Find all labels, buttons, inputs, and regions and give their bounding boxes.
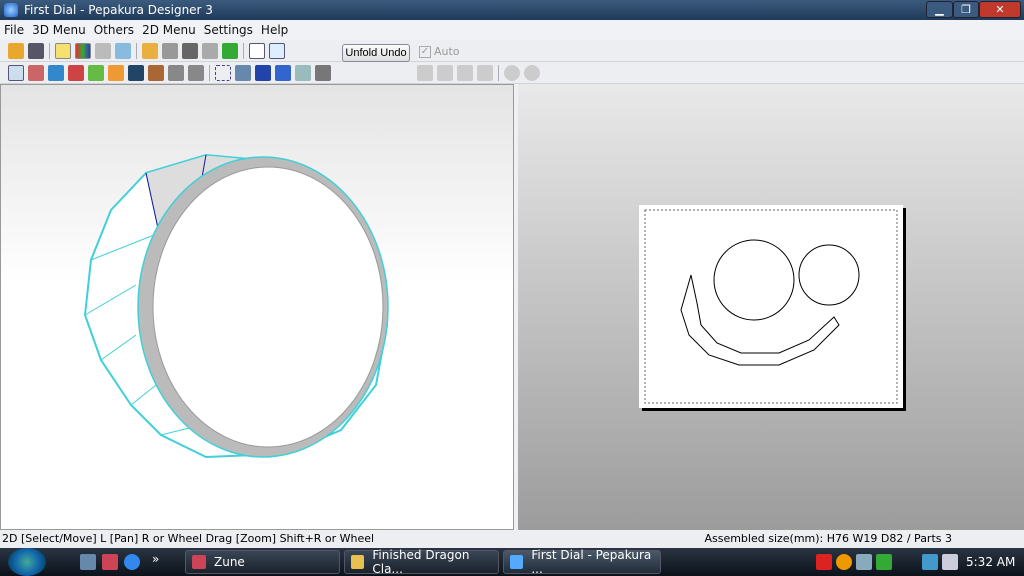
app-icon xyxy=(4,3,18,17)
pepakura-icon xyxy=(510,555,524,569)
panel-icon[interactable] xyxy=(202,42,218,59)
menu-help[interactable]: Help xyxy=(261,23,288,37)
paper-sheet xyxy=(639,205,903,408)
taskbar-item-folder[interactable]: Finished Dragon Cla... xyxy=(344,548,499,576)
show-desktop-icon[interactable] xyxy=(80,554,96,570)
open-icon[interactable] xyxy=(8,42,24,59)
cylinder-icon[interactable] xyxy=(162,42,178,59)
rotate-icon[interactable] xyxy=(168,64,184,81)
glue-icon[interactable] xyxy=(88,64,104,81)
title-bar: First Dial - Pepakura Designer 3 ▁ ❐ ✕ xyxy=(0,0,1024,20)
join-icon[interactable] xyxy=(235,64,251,81)
unfolded-pattern xyxy=(644,209,898,404)
texture-icon[interactable] xyxy=(75,42,91,59)
rotate2-icon[interactable] xyxy=(188,64,204,81)
rotate-right-icon[interactable] xyxy=(524,64,540,81)
minimize-button[interactable]: ▁ xyxy=(926,1,953,18)
menu-others[interactable]: Others xyxy=(94,23,134,37)
toolbar-main xyxy=(0,40,1024,62)
clock[interactable]: 5:32 AM xyxy=(966,555,1015,569)
save-icon[interactable] xyxy=(28,42,44,59)
status-bar: 2D [Select/Move] L [Pan] R or Wheel Drag… xyxy=(0,530,1024,548)
network-tray-icon[interactable] xyxy=(856,554,872,570)
status-hint: 2D [Select/Move] L [Pan] R or Wheel Drag… xyxy=(2,532,375,545)
assembled-size: Assembled size(mm): H76 W19 D82 / Parts … xyxy=(704,532,952,545)
window-icon[interactable] xyxy=(249,42,265,59)
menu-2d[interactable]: 2D Menu xyxy=(142,23,196,37)
film-icon[interactable] xyxy=(48,64,64,81)
display-tray-icon[interactable] xyxy=(922,554,938,570)
window-title: First Dial - Pepakura Designer 3 xyxy=(24,3,213,17)
2d-view[interactable] xyxy=(518,84,1024,530)
security-tray-icon[interactable] xyxy=(836,554,852,570)
close-button[interactable]: ✕ xyxy=(979,1,1021,18)
page-icon[interactable] xyxy=(255,64,271,81)
toolbar-2d xyxy=(0,62,1024,84)
zune-icon xyxy=(192,555,206,569)
unfold-undo-button[interactable]: Unfold Undo xyxy=(342,44,410,62)
save-layout-icon[interactable] xyxy=(275,64,291,81)
cube-icon[interactable] xyxy=(95,42,111,59)
folder-icon xyxy=(351,555,365,569)
light-icon[interactable] xyxy=(55,42,71,59)
flap-icon[interactable] xyxy=(108,64,124,81)
edge-icon[interactable] xyxy=(28,64,44,81)
ie-icon[interactable] xyxy=(124,554,140,570)
3d-view[interactable] xyxy=(0,84,514,530)
rotate-left-icon[interactable] xyxy=(504,64,520,81)
pencil-icon[interactable] xyxy=(142,42,158,59)
print-icon[interactable] xyxy=(315,64,331,81)
ring-model xyxy=(83,153,389,459)
image-icon[interactable] xyxy=(128,64,144,81)
adobe-tray-icon[interactable] xyxy=(816,554,832,570)
fit-icon[interactable] xyxy=(215,64,231,81)
taskbar-item-zune[interactable]: Zune xyxy=(185,550,340,574)
auto-checkbox[interactable]: ✓ Auto xyxy=(419,45,460,58)
properties-icon[interactable] xyxy=(295,64,311,81)
taskbar: » Zune Finished Dragon Cla... First Dial… xyxy=(0,548,1024,576)
start-button[interactable] xyxy=(8,548,46,576)
window2-icon[interactable] xyxy=(269,42,285,59)
menu-file[interactable]: File xyxy=(4,23,24,37)
sync-tray-icon[interactable] xyxy=(876,554,892,570)
anchor-icon[interactable] xyxy=(182,42,198,59)
align-right-icon[interactable] xyxy=(437,64,453,81)
zune-quicklaunch-icon[interactable] xyxy=(102,554,118,570)
restore-button[interactable]: ❐ xyxy=(953,1,979,18)
menu-bar: File 3D Menu Others 2D Menu Settings Hel… xyxy=(0,20,1024,40)
taskbar-item-pepakura[interactable]: First Dial - Pepakura ... xyxy=(503,548,661,576)
select-icon[interactable] xyxy=(8,64,24,81)
volume-icon[interactable] xyxy=(942,554,958,570)
move-icon[interactable] xyxy=(148,64,164,81)
menu-settings[interactable]: Settings xyxy=(204,23,253,37)
menu-3d[interactable]: 3D Menu xyxy=(32,23,86,37)
align-bottom-icon[interactable] xyxy=(477,64,493,81)
align-top-icon[interactable] xyxy=(457,64,473,81)
paint-icon[interactable] xyxy=(68,64,84,81)
select-3d-icon[interactable] xyxy=(222,42,238,59)
check-icon: ✓ xyxy=(419,45,431,58)
cube-blue-icon[interactable] xyxy=(115,42,131,59)
align-left-icon[interactable] xyxy=(417,64,433,81)
auto-label: Auto xyxy=(434,45,460,58)
quicklaunch-more[interactable]: » xyxy=(152,552,159,566)
